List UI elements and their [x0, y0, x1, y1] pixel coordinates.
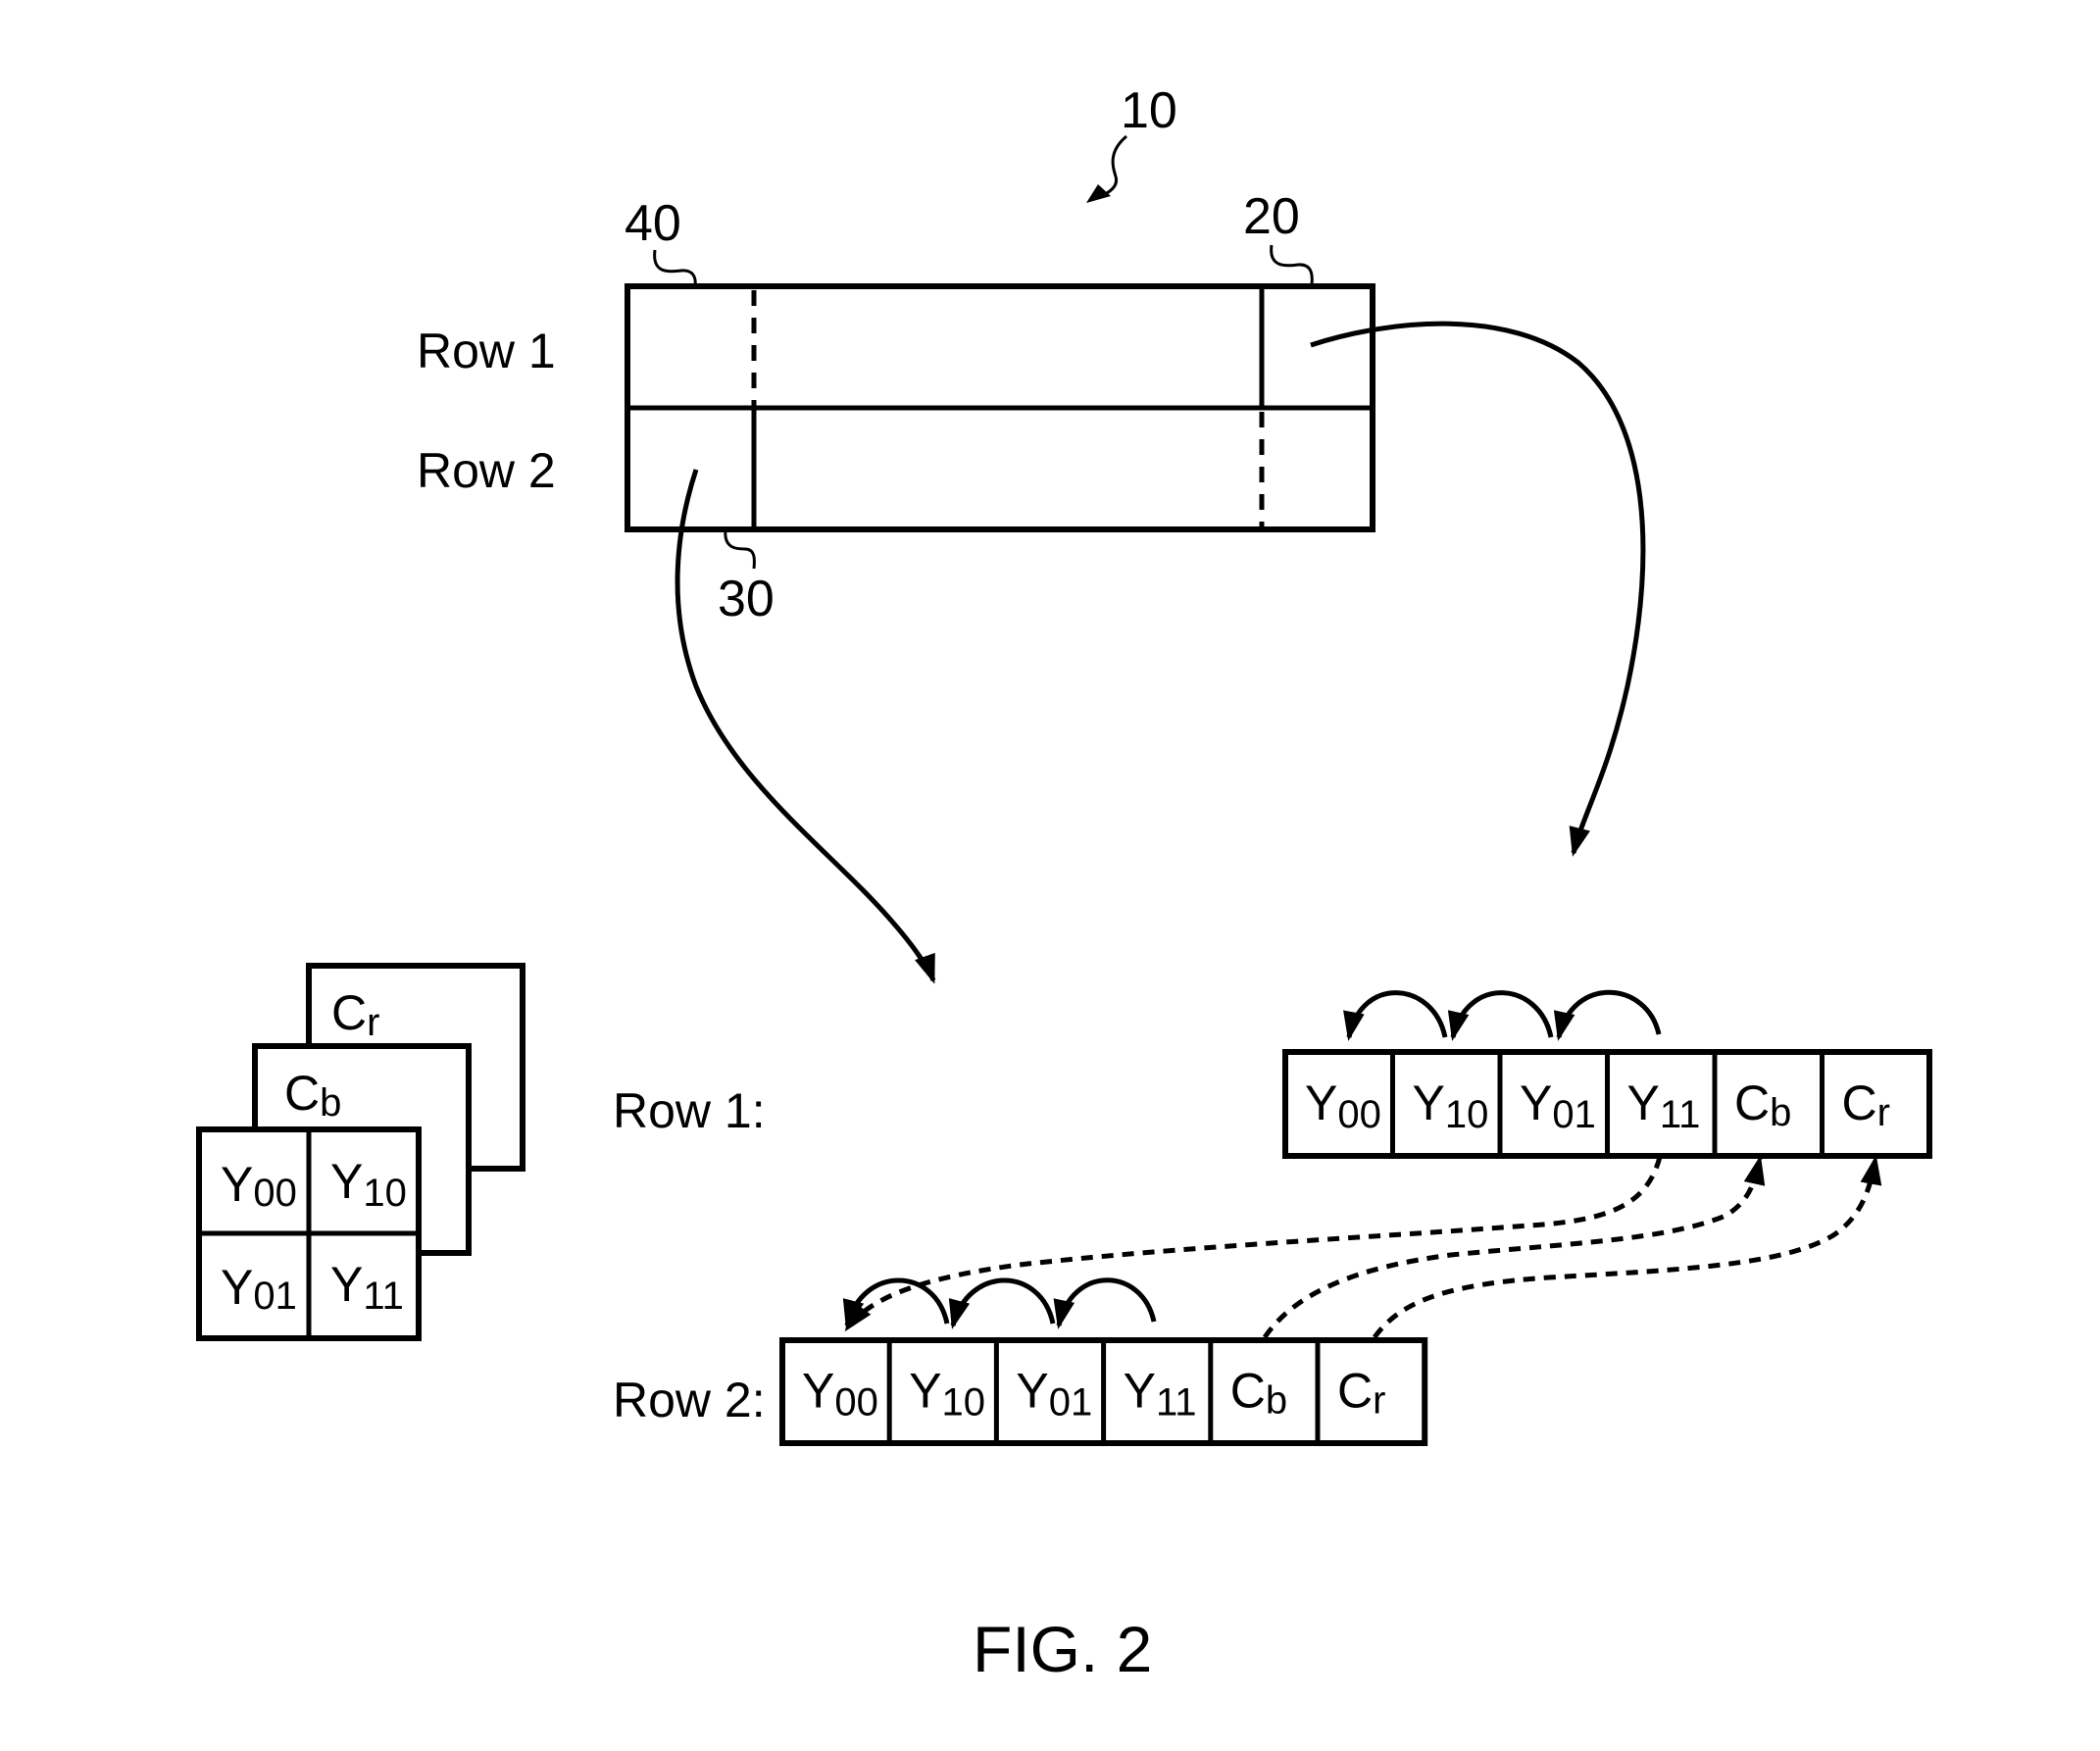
- ref-20-leader: [1270, 244, 1314, 285]
- figure-caption: FIG. 2: [973, 1613, 1152, 1685]
- ref-numeral-10: 10: [1121, 82, 1177, 139]
- ref-numeral-20: 20: [1243, 188, 1300, 245]
- sequence-row-1-label: Row 1:: [613, 1083, 766, 1138]
- row2-mapping-arrow: [675, 469, 936, 984]
- row1-sequence: Y00 Y10 Y01 Y11 Cb Cr: [1282, 1049, 1932, 1159]
- row1-prediction-arcs: [1343, 989, 1662, 1041]
- row2-arc-y11-to-y01: [1053, 1277, 1157, 1329]
- row1-arc-y10-to-y00: [1343, 990, 1448, 1041]
- row2-sequence: Y00 Y10 Y01 Y11 Cb Cr: [779, 1337, 1428, 1446]
- row2-arc-y10-to-y00: [842, 1277, 950, 1329]
- ref-numeral-30: 30: [718, 571, 775, 627]
- inter-row-dependencies: [844, 1155, 1882, 1339]
- ref-30-leader: [724, 528, 756, 570]
- frame-row-2-label: Row 2: [417, 443, 556, 498]
- sequence-row-2-label: Row 2:: [613, 1373, 766, 1427]
- frame-block: [625, 283, 1375, 532]
- row1-arc-y11-to-y01: [1553, 989, 1662, 1041]
- row2-arc-y01-to-y10: [948, 1277, 1056, 1329]
- ref-10-arrowhead-icon: [1086, 184, 1111, 203]
- row1-arc-y01-to-y10: [1447, 990, 1554, 1041]
- row2-prediction-arcs: [842, 1277, 1157, 1329]
- dashed-arrow-row2-cr-to-row1-cr: [1372, 1155, 1882, 1339]
- dashed-arrow-row2-cb-to-row1-cb: [1262, 1155, 1766, 1339]
- plane-stack: Cr Cb Y00 Y10 Y01 Y11: [196, 963, 525, 1341]
- ref-numeral-40: 40: [625, 195, 681, 252]
- ref-40-leader: [653, 249, 697, 287]
- patent-figure: 10 40 20 30 Row 1 Row 2 Cr Cb Y00 Y10 Y0…: [196, 82, 1932, 1685]
- frame-row-1-label: Row 1: [417, 324, 556, 378]
- dashed-arrow-row1-y11-to-row2-y00: [844, 1156, 1663, 1332]
